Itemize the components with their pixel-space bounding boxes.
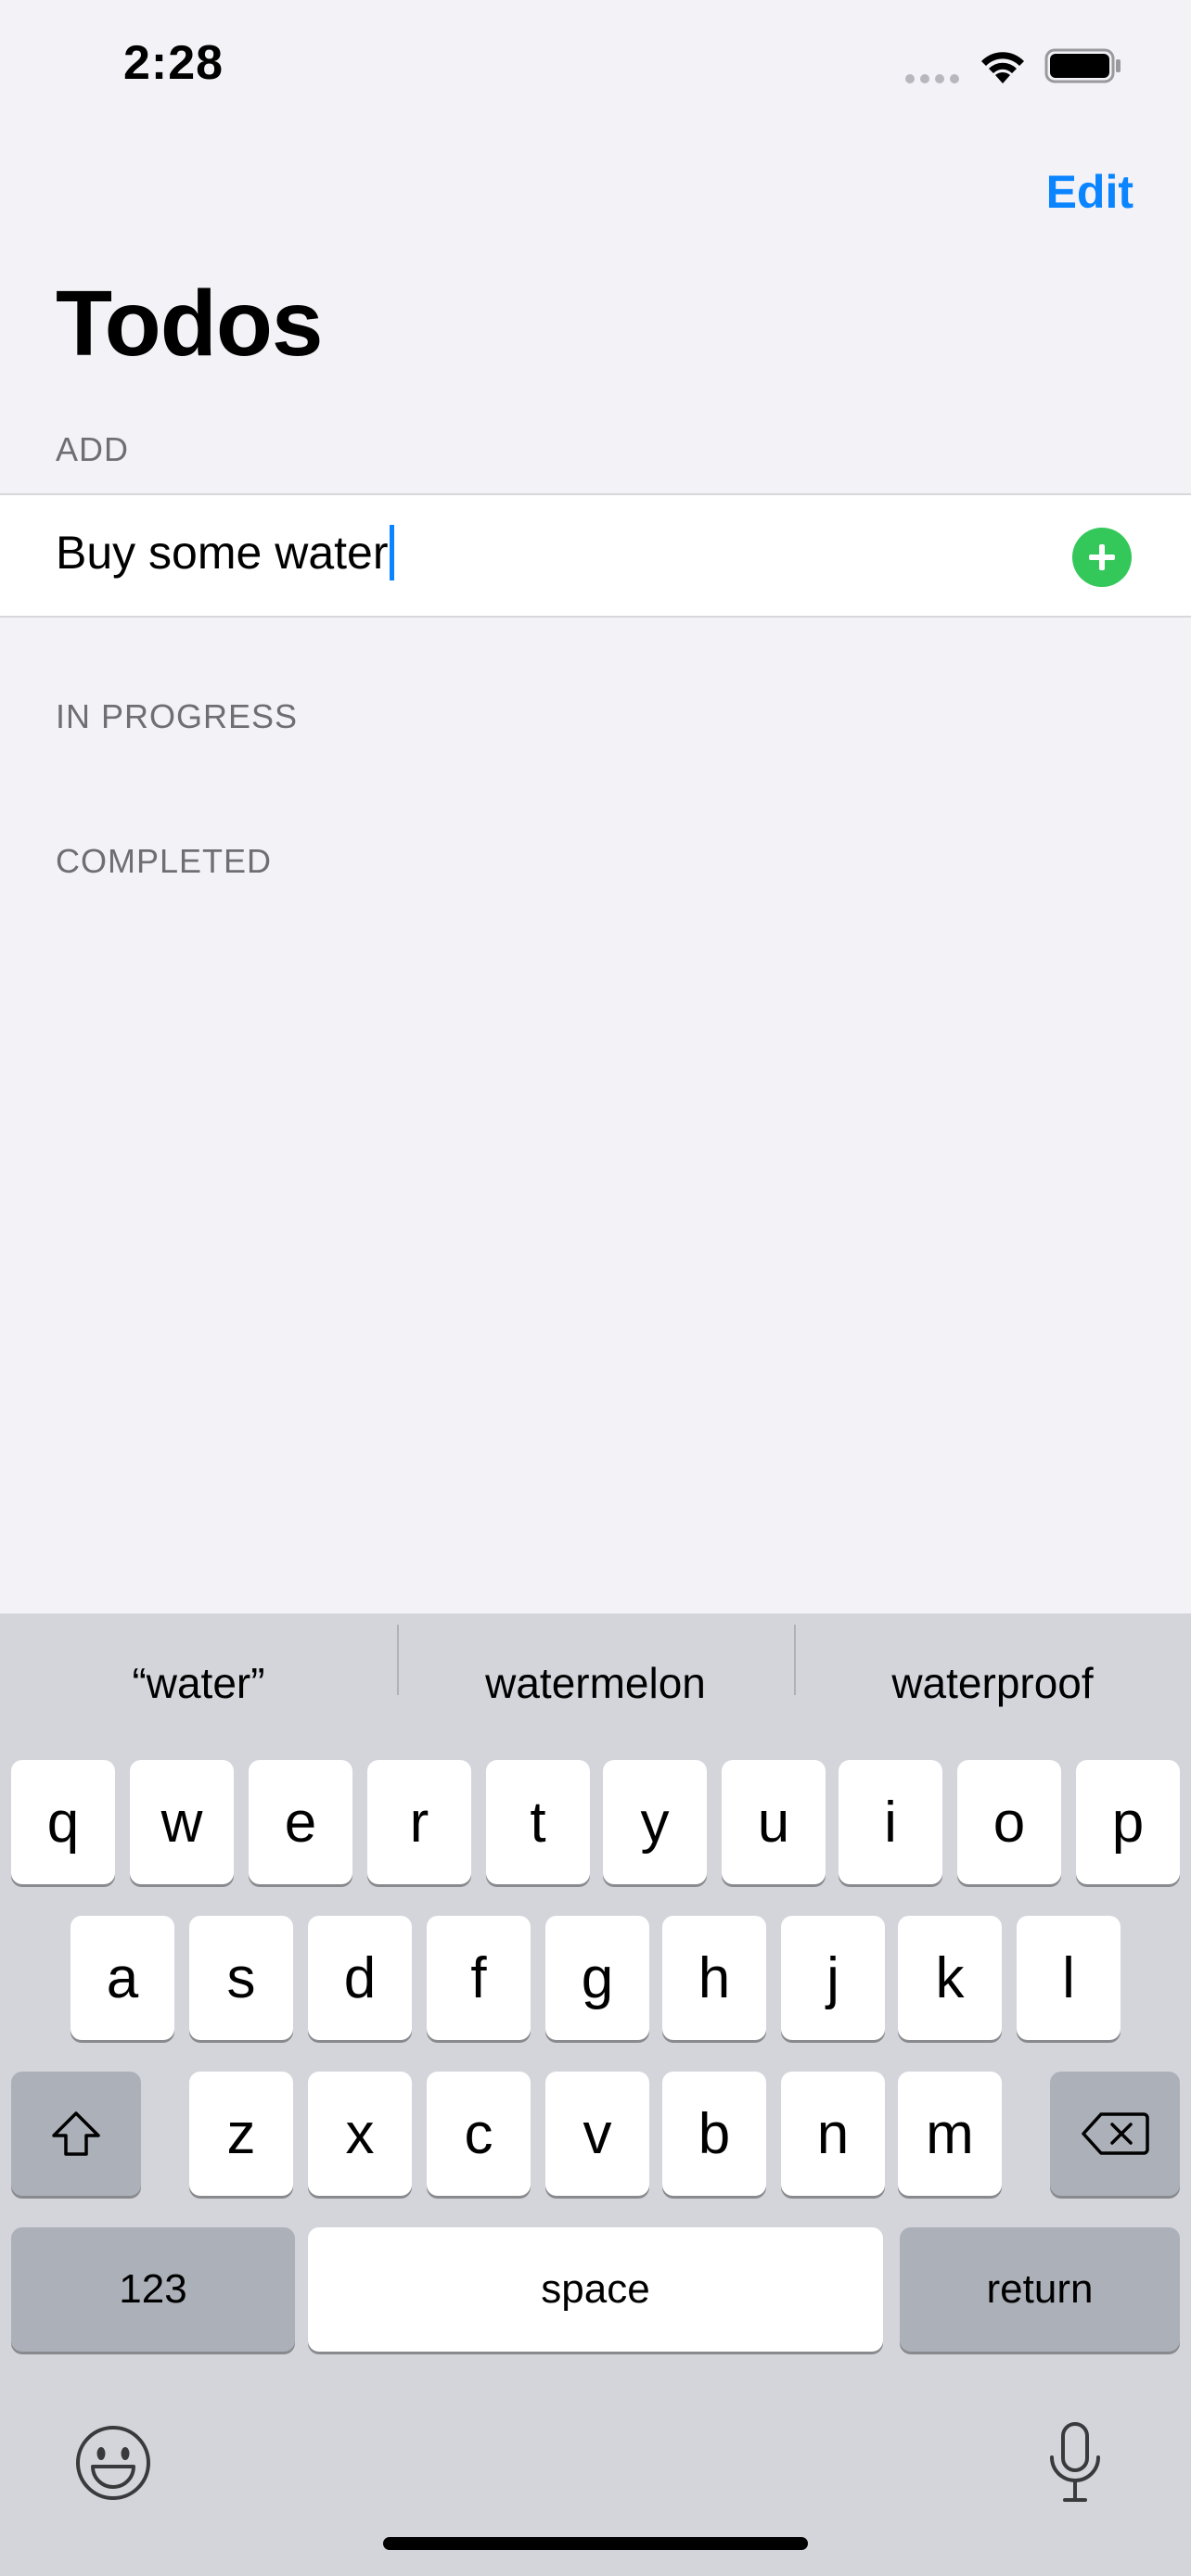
key-m[interactable]: m [898, 2072, 1002, 2196]
add-todo-input[interactable]: Buy some water [56, 525, 395, 580]
edit-button[interactable]: Edit [1046, 165, 1133, 219]
page-title: Todos [56, 272, 324, 376]
return-key[interactable]: return [900, 2227, 1180, 2352]
section-header-in-progress: IN PROGRESS [56, 697, 299, 735]
key-y[interactable]: y [603, 1760, 707, 1884]
add-todo-input-text: Buy some water [56, 527, 389, 579]
suggestion-item[interactable]: waterproof [794, 1625, 1191, 1708]
delete-key[interactable] [1050, 2072, 1180, 2196]
suggestion-item[interactable]: watermelon [397, 1625, 794, 1708]
key-f[interactable]: f [427, 1916, 531, 2040]
add-todo-row: Buy some water [0, 493, 1191, 618]
key-x[interactable]: x [308, 2072, 412, 2196]
key-w[interactable]: w [130, 1760, 234, 1884]
key-l[interactable]: l [1017, 1916, 1121, 2040]
section-header-add: ADD [56, 430, 130, 468]
key-d[interactable]: d [308, 1916, 412, 2040]
key-e[interactable]: e [249, 1760, 352, 1884]
microphone-icon[interactable] [1044, 2420, 1106, 2506]
key-u[interactable]: u [722, 1760, 826, 1884]
add-todo-button[interactable] [1072, 528, 1132, 587]
shift-icon [52, 2111, 100, 2156]
key-v[interactable]: v [545, 2072, 649, 2196]
shift-key[interactable] [11, 2072, 141, 2196]
cellular-signal-icon [905, 74, 959, 83]
home-indicator[interactable] [383, 2537, 808, 2550]
key-q[interactable]: q [11, 1760, 115, 1884]
key-h[interactable]: h [662, 1916, 766, 2040]
key-k[interactable]: k [898, 1916, 1002, 2040]
numbers-key[interactable]: 123 [11, 2227, 295, 2352]
key-c[interactable]: c [427, 2072, 531, 2196]
predictive-bar: “water” watermelon waterproof [0, 1613, 1191, 1753]
space-key[interactable]: space [308, 2227, 883, 2352]
key-a[interactable]: a [70, 1916, 174, 2040]
key-b[interactable]: b [662, 2072, 766, 2196]
key-z[interactable]: z [189, 2072, 293, 2196]
key-i[interactable]: i [839, 1760, 942, 1884]
key-o[interactable]: o [957, 1760, 1061, 1884]
section-header-completed: COMPLETED [56, 842, 273, 880]
delete-icon [1082, 2112, 1149, 2155]
key-n[interactable]: n [781, 2072, 885, 2196]
keyboard: “water” watermelon waterproof q w e r t … [0, 1613, 1191, 2576]
key-g[interactable]: g [545, 1916, 649, 2040]
key-t[interactable]: t [486, 1760, 590, 1884]
wifi-icon [981, 52, 1024, 83]
emoji-icon[interactable] [74, 2424, 152, 2502]
key-p[interactable]: p [1076, 1760, 1180, 1884]
suggestion-item[interactable]: “water” [0, 1658, 397, 1708]
battery-icon [1044, 48, 1121, 83]
key-r[interactable]: r [367, 1760, 471, 1884]
key-j[interactable]: j [781, 1916, 885, 2040]
text-caret [390, 525, 395, 580]
status-time: 2:28 [123, 36, 224, 90]
key-s[interactable]: s [189, 1916, 293, 2040]
